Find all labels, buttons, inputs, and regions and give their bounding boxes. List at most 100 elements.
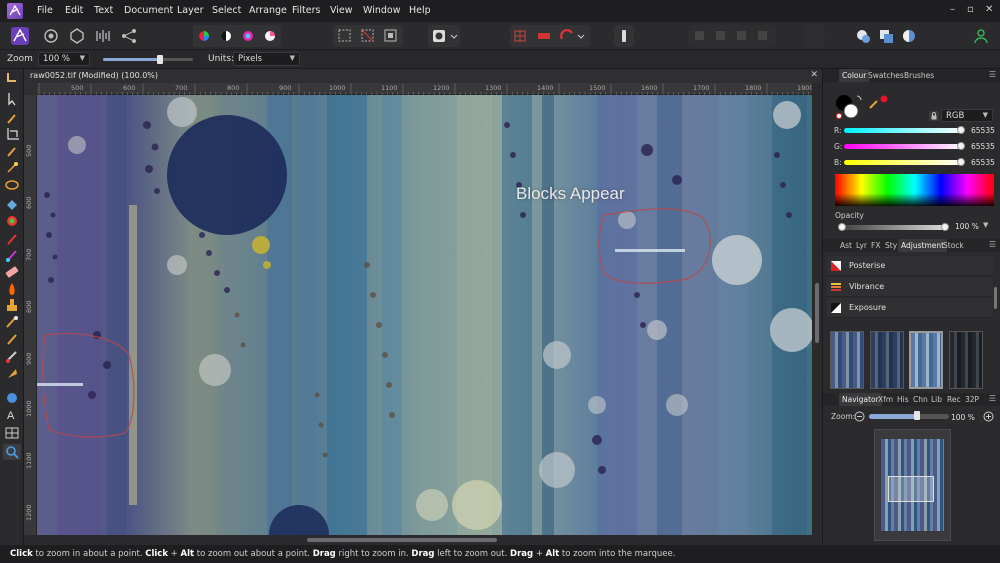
red-channel-slider[interactable]	[844, 128, 964, 133]
tab-fx[interactable]: FX	[871, 241, 880, 250]
no-colour-icon[interactable]	[836, 113, 842, 119]
swap-colours-icon[interactable]	[856, 95, 862, 101]
move-tool-icon[interactable]	[8, 93, 16, 106]
vertical-scroll-thumb[interactable]	[815, 283, 819, 343]
vertical-scrollbar[interactable]	[812, 83, 822, 535]
adjustment-layer-icon[interactable]	[877, 27, 895, 45]
mask-layer-icon[interactable]	[854, 27, 872, 45]
navigator-zoom-value[interactable]: 100 %	[951, 413, 975, 422]
menu-help[interactable]: Help	[409, 5, 431, 16]
menu-layer[interactable]: Layer	[177, 5, 204, 16]
red-eye-tool-icon[interactable]	[6, 351, 17, 363]
tab-styles[interactable]: Sty	[885, 241, 897, 250]
tab-macro-recorder[interactable]: Rec	[947, 395, 961, 404]
zoom-slider-knob[interactable]	[157, 55, 163, 64]
tab-history[interactable]: His	[897, 395, 909, 404]
green-channel-slider[interactable]	[844, 144, 964, 149]
tone-mapping-persona-icon[interactable]	[94, 27, 112, 45]
color-replacement-tool-icon[interactable]	[6, 250, 17, 262]
marquee-tool-icon[interactable]	[5, 180, 19, 190]
horizontal-ruler[interactable]: 500 600 700 800 900 1000 1100 1200 1300 …	[37, 83, 814, 95]
live-filter-icon[interactable]	[900, 27, 918, 45]
panel-menu-icon[interactable]: ☰	[989, 240, 996, 249]
minimize-button[interactable]: –	[950, 4, 955, 15]
green-channel-knob[interactable]	[957, 142, 965, 150]
opacity-knob[interactable]	[941, 223, 949, 231]
close-document-icon[interactable]: ✕	[810, 70, 818, 80]
horizontal-scrollbar[interactable]	[37, 535, 812, 545]
quick-mask-group[interactable]	[428, 25, 460, 47]
colour-model-select[interactable]: RGB ▼	[941, 109, 993, 122]
close-window-button[interactable]: ✕	[985, 4, 993, 15]
zoom-level-select[interactable]: 100 % ▼	[38, 52, 90, 66]
green-channel-value[interactable]: 65535	[971, 142, 995, 151]
tab-channels[interactable]: Chn	[913, 395, 928, 404]
tab-assets[interactable]: Ast	[840, 241, 852, 250]
vertical-ruler[interactable]: 500 600 700 800 900 1000 1100 1200	[24, 95, 37, 535]
flood-fill-tool-icon[interactable]	[7, 200, 17, 210]
crop-tool-icon[interactable]	[7, 128, 19, 140]
colour-wells[interactable]	[835, 93, 895, 121]
menu-select[interactable]: Select	[212, 5, 241, 16]
liquify-persona-icon[interactable]	[42, 27, 60, 45]
adjustment-item[interactable]: Posterise	[827, 256, 993, 276]
colour-picker-icon[interactable]	[869, 100, 878, 109]
tab-transform[interactable]: Xfm	[878, 395, 893, 404]
preset-thumbnail[interactable]	[830, 331, 864, 389]
chevron-down-icon[interactable]: ▼	[983, 221, 988, 229]
preset-thumbnail-selected[interactable]	[909, 331, 943, 389]
develop-persona-icon[interactable]	[68, 27, 86, 45]
menu-window[interactable]: Window	[363, 5, 400, 16]
adjustment-item[interactable]: Vibrance	[827, 277, 993, 297]
tab-navigator[interactable]: Navigator	[839, 393, 882, 406]
text-tool-icon[interactable]: A	[7, 410, 15, 422]
menu-filters[interactable]: Filters	[292, 5, 320, 16]
tab-swatches[interactable]: Swatches	[868, 71, 904, 80]
secondary-colour-well[interactable]	[843, 103, 859, 119]
preset-thumbnail[interactable]	[870, 331, 904, 389]
adjustment-scroll-thumb[interactable]	[994, 287, 997, 309]
flood-select-tool-icon[interactable]	[7, 162, 18, 173]
shape-tool-icon[interactable]	[7, 393, 17, 403]
document-tab-title[interactable]: raw0052.tif (Modified) (100.0%)	[30, 71, 158, 80]
maximize-button[interactable]: ▫	[967, 4, 974, 15]
ruler-corner[interactable]	[24, 83, 37, 95]
blue-channel-knob[interactable]	[957, 158, 965, 166]
opacity-slider[interactable]	[843, 225, 947, 230]
export-persona-icon[interactable]	[120, 27, 138, 45]
dodge-tool-icon[interactable]	[9, 283, 15, 295]
navigator-zoom-knob[interactable]	[914, 411, 920, 420]
tab-adjustment[interactable]: Adjustment	[898, 239, 948, 252]
zoom-in-icon[interactable]	[983, 411, 994, 422]
account-icon[interactable]	[972, 27, 990, 45]
panel-menu-icon[interactable]: ☰	[989, 394, 996, 403]
tab-colour[interactable]: Colour	[839, 69, 870, 82]
opacity-value[interactable]: 100 %	[955, 222, 979, 231]
navigator-preview[interactable]	[874, 429, 951, 541]
photo-persona-icon[interactable]	[11, 27, 29, 45]
erase-brush-tool-icon[interactable]	[5, 266, 19, 278]
gradient-tool-icon[interactable]	[7, 216, 17, 226]
tab-32bit-preview[interactable]: 32P	[965, 395, 979, 404]
colour-spectrum[interactable]	[835, 174, 994, 206]
inpainting-tool-icon[interactable]	[7, 334, 17, 345]
clone-tool-icon[interactable]	[7, 299, 17, 311]
blemish-removal-tool-icon[interactable]	[6, 316, 18, 328]
blue-channel-value[interactable]: 65535	[971, 158, 995, 167]
zoom-out-icon[interactable]	[854, 411, 865, 422]
panel-menu-icon[interactable]: ☰	[989, 70, 996, 79]
blue-channel-slider[interactable]	[844, 160, 964, 165]
red-channel-value[interactable]: 65535	[971, 126, 995, 135]
selection-brush-tool-icon[interactable]	[7, 147, 16, 157]
view-tool-icon[interactable]	[7, 73, 16, 82]
tab-stock[interactable]: Stock	[943, 241, 964, 250]
menu-view[interactable]: View	[330, 5, 353, 16]
affinity-photo-logo-icon[interactable]	[7, 3, 23, 19]
red-channel-knob[interactable]	[957, 126, 965, 134]
align-button[interactable]	[805, 25, 825, 47]
tab-library[interactable]: Lib	[931, 395, 942, 404]
tab-layers[interactable]: Lyr	[856, 241, 867, 250]
menu-edit[interactable]: Edit	[65, 5, 83, 16]
mesh-warp-tool-icon[interactable]	[5, 427, 19, 439]
tab-brushes[interactable]: Brushes	[904, 71, 934, 80]
